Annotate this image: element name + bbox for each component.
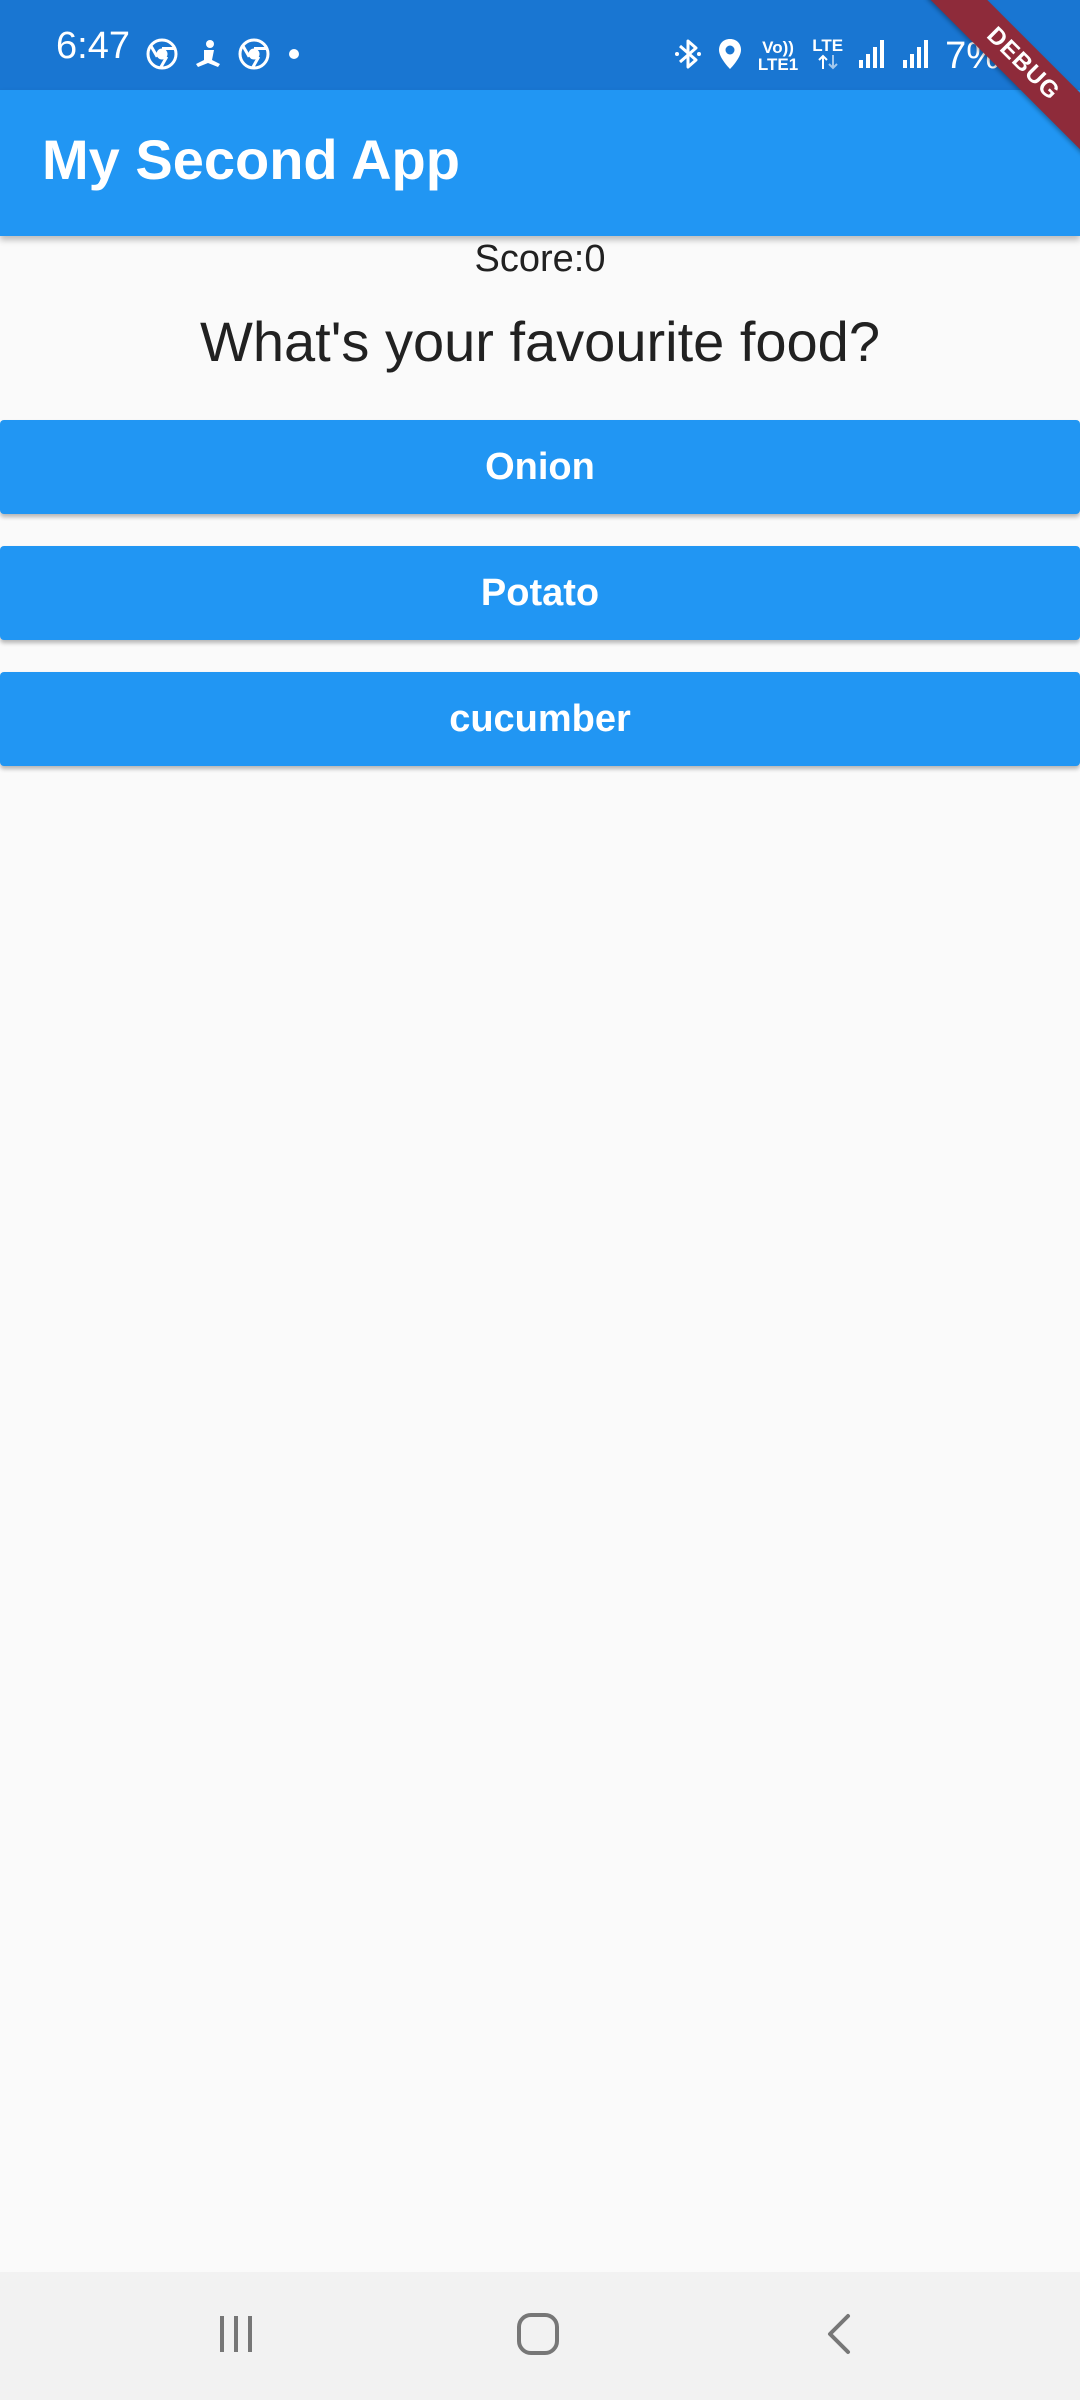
volte-sim-label: LTE1 [757,55,799,74]
back-button[interactable] [780,2296,900,2376]
score-label: Score:0 [474,238,606,280]
status-time: 6:47 [56,25,130,67]
chrome-icon [146,38,178,75]
signal-icon [901,38,931,75]
bluetooth-icon [674,36,702,77]
answer-button-potato[interactable]: Potato [0,546,1080,640]
app-bar: My Second App [0,90,1080,236]
notification-icon [192,38,224,75]
home-icon [514,2310,562,2363]
answer-button-onion[interactable]: Onion [0,420,1080,514]
answer-button-cucumber[interactable]: cucumber [0,672,1080,766]
recent-apps-button[interactable] [176,2296,296,2376]
data-arrows-icon [815,54,841,75]
back-icon [818,2310,862,2363]
dot-icon [284,38,304,75]
navigation-bar [0,2272,1080,2400]
app-screen: 6:47 Vo)) LTE1 LTE 7% My Second App DEBU… [0,0,1080,2400]
home-button[interactable] [478,2296,598,2376]
volte-indicator: Vo)) LTE1 [758,39,798,73]
chrome-icon [238,38,270,75]
status-notification-icons [146,36,304,76]
status-bar: 6:47 Vo)) LTE1 LTE 7% [0,0,1080,90]
lte-indicator: LTE [812,37,843,75]
signal-icon [857,38,887,75]
recent-apps-icon [214,2312,258,2361]
volte-label: Vo)) [762,38,794,57]
status-system-icons: Vo)) LTE1 LTE 7% [674,32,1000,80]
question-text: What's your favourite food? [200,310,880,373]
app-title: My Second App [42,128,460,191]
lte-label: LTE [812,36,844,55]
location-icon [716,36,744,77]
